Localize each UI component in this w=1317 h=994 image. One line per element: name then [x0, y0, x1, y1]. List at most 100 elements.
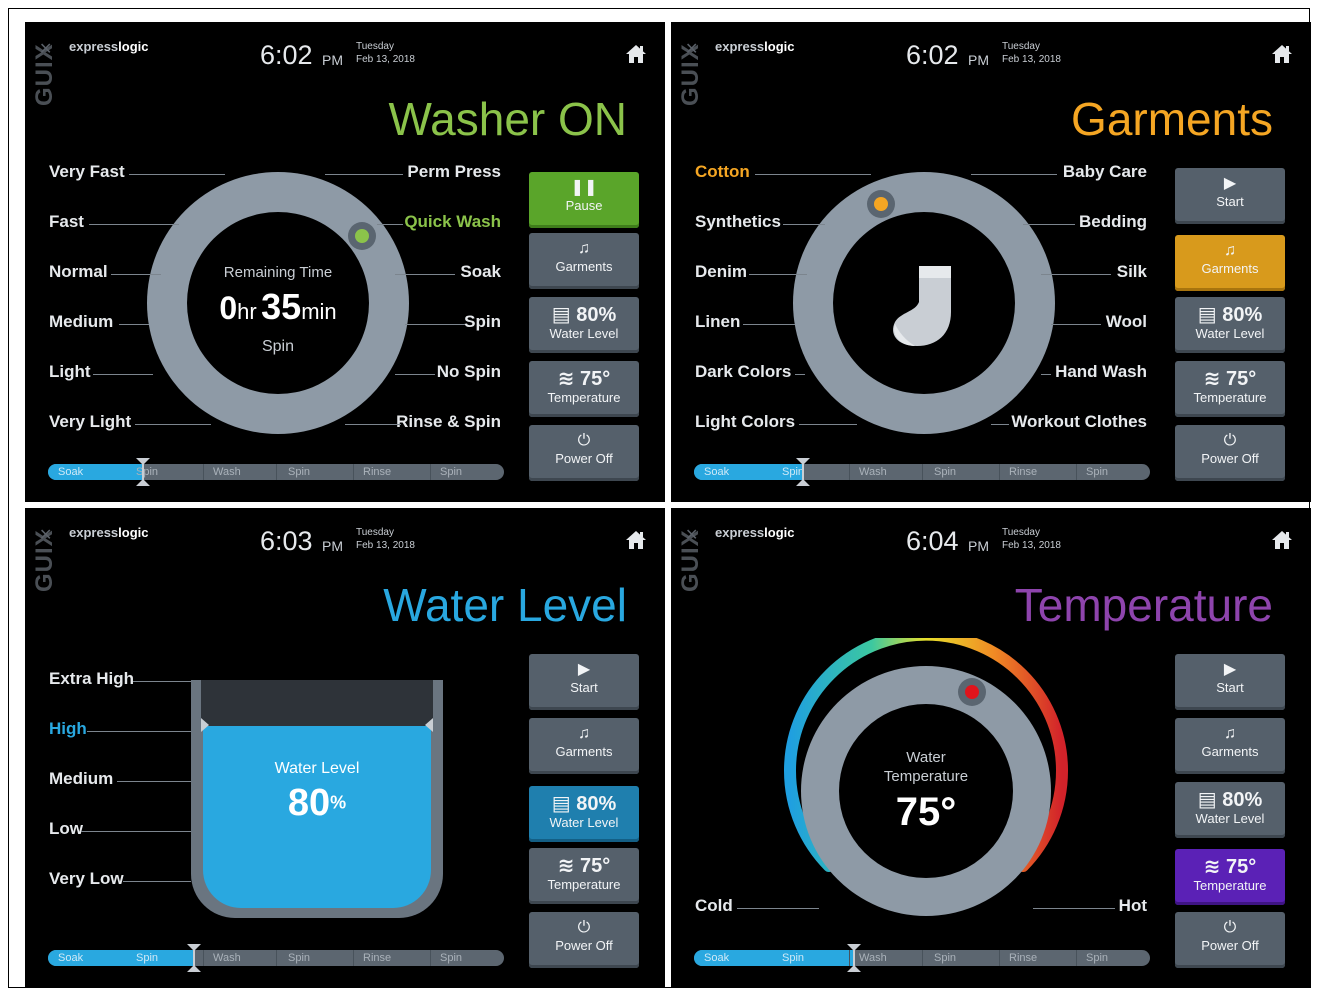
level-high[interactable]: High — [49, 719, 87, 739]
pause-button[interactable]: ❚❚ Pause — [529, 172, 639, 228]
leader-line — [119, 324, 149, 325]
option-medium[interactable]: Medium — [49, 312, 113, 332]
water-level-value: 80% — [287, 782, 347, 824]
stage-divider — [276, 950, 277, 966]
level-marker-right — [425, 718, 433, 732]
temperature-button[interactable]: ≋ 75° Temperature — [529, 361, 639, 417]
heat-icon: ≋ — [1203, 856, 1221, 878]
power-off-button[interactable]: ⏻ Power Off — [1175, 425, 1285, 481]
stage-divider — [353, 950, 354, 966]
heat-icon: ≋ — [557, 855, 575, 877]
level-marker-left — [201, 718, 209, 732]
stage-soak: Soak — [58, 466, 84, 478]
power-off-button[interactable]: ⏻ Power Off — [529, 912, 639, 968]
start-button[interactable]: ▶ Start — [1175, 168, 1285, 224]
leader-line — [377, 224, 403, 225]
level-medium[interactable]: Medium — [49, 769, 113, 789]
remaining-time-label: Remaining Time — [223, 264, 333, 281]
power-icon: ⏻ — [1223, 919, 1237, 936]
option-linen[interactable]: Linen — [695, 312, 740, 332]
option-bedding[interactable]: Bedding — [1079, 212, 1147, 232]
option-light[interactable]: Light — [49, 362, 91, 382]
level-very-low[interactable]: Very Low — [49, 869, 124, 889]
option-baby-care[interactable]: Baby Care — [1063, 162, 1147, 182]
water-level-icon: ▤ — [1197, 789, 1217, 811]
stage-rinse: Rinse — [363, 952, 392, 964]
home-icon[interactable] — [625, 44, 647, 64]
heat-icon: ≋ — [557, 368, 575, 390]
stage-divider — [430, 464, 431, 480]
garments-panel: GUIX ✕ expresslogic 6:02 PM Tuesday Feb 1… — [671, 22, 1311, 502]
power-off-button[interactable]: ⏻ Power Off — [529, 425, 639, 481]
home-icon[interactable] — [1271, 44, 1293, 64]
garments-button[interactable]: ♫ Garments — [529, 233, 639, 289]
x-logo-icon: ✕ — [685, 41, 699, 58]
stage-divider — [1076, 950, 1077, 966]
stage-spin: Spin — [440, 952, 463, 964]
stage-spin: Spin — [934, 952, 957, 964]
power-off-button[interactable]: ⏻ Power Off — [1175, 912, 1285, 968]
stage-divider — [203, 950, 204, 966]
option-silk[interactable]: Silk — [1117, 262, 1147, 282]
water-level-icon: ▤ — [1197, 304, 1217, 326]
page-title: Water Level — [383, 579, 627, 631]
current-phase: Spin — [261, 338, 295, 355]
option-denim[interactable]: Denim — [695, 262, 747, 282]
leader-line — [93, 374, 153, 375]
option-rinse-spin[interactable]: Rinse & Spin — [396, 412, 501, 432]
clock-time: 6:04 — [906, 526, 959, 556]
water-level-icon: ▤ — [551, 793, 571, 815]
stage-divider — [276, 464, 277, 480]
temperature-panel: GUIX ✕ expresslogic 6:04 PM Tuesday Feb 1… — [671, 508, 1311, 988]
clock-date: Tuesday Feb 13, 2018 — [1002, 41, 1061, 65]
option-spin[interactable]: Spin — [464, 312, 501, 332]
leader-line — [395, 374, 435, 375]
option-normal[interactable]: Normal — [49, 262, 108, 282]
option-cotton[interactable]: Cotton — [695, 162, 750, 182]
option-synthetics[interactable]: Synthetics — [695, 212, 781, 232]
music-note-icon: ♫ — [1224, 242, 1236, 259]
water-level-button[interactable]: ▤ 80% Water Level — [1175, 297, 1285, 353]
option-workout-clothes[interactable]: Workout Clothes — [1011, 412, 1147, 432]
level-extra-high[interactable]: Extra High — [49, 669, 134, 689]
temperature-button[interactable]: ≋ 75° Temperature — [1175, 849, 1285, 905]
option-quick-wash[interactable]: Quick Wash — [404, 212, 501, 232]
temperature-button[interactable]: ≋ 75° Temperature — [1175, 361, 1285, 417]
option-fast[interactable]: Fast — [49, 212, 84, 232]
home-icon[interactable] — [1271, 530, 1293, 550]
option-soak[interactable]: Soak — [460, 262, 501, 282]
option-no-spin[interactable]: No Spin — [437, 362, 501, 382]
garments-button[interactable]: ♫ Garments — [1175, 718, 1285, 774]
page-title: Temperature — [1014, 579, 1273, 631]
stage-rinse: Rinse — [1009, 466, 1038, 478]
stage-divider — [430, 950, 431, 966]
level-low[interactable]: Low — [49, 819, 83, 839]
leader-line — [123, 881, 191, 882]
stage-divider — [999, 464, 1000, 480]
home-icon[interactable] — [625, 530, 647, 550]
leader-line — [737, 908, 819, 909]
stage-rinse: Rinse — [1009, 952, 1038, 964]
option-very-fast[interactable]: Very Fast — [49, 162, 125, 182]
sock-icon — [893, 266, 951, 346]
dial-selector-dot — [874, 197, 888, 211]
progress-marker — [847, 944, 861, 972]
temperature-button[interactable]: ≋ 75° Temperature — [529, 848, 639, 904]
option-dark-colors[interactable]: Dark Colors — [695, 362, 791, 382]
option-very-light[interactable]: Very Light — [49, 412, 131, 432]
water-level-panel: GUIX ✕ expresslogic 6:03 PM Tuesday Feb 1… — [25, 508, 665, 988]
option-light-colors[interactable]: Light Colors — [695, 412, 795, 432]
garments-button[interactable]: ♫ Garments — [529, 718, 639, 774]
water-level-button[interactable]: ▤ 80% Water Level — [529, 786, 639, 842]
start-button[interactable]: ▶ Start — [529, 654, 639, 710]
option-hand-wash[interactable]: Hand Wash — [1055, 362, 1147, 382]
leader-line — [1051, 324, 1101, 325]
option-perm-press[interactable]: Perm Press — [407, 162, 501, 182]
garments-button[interactable]: ♫ Garments — [1175, 235, 1285, 291]
water-level-button[interactable]: ▤ 80% Water Level — [1175, 782, 1285, 838]
start-button[interactable]: ▶ Start — [1175, 654, 1285, 710]
cycle-progress-bar: Soak Spin Wash Spin Rinse Spin — [694, 950, 1150, 966]
stage-spin: Spin — [288, 466, 311, 478]
option-wool[interactable]: Wool — [1106, 312, 1147, 332]
water-level-button[interactable]: ▤ 80% Water Level — [529, 297, 639, 353]
